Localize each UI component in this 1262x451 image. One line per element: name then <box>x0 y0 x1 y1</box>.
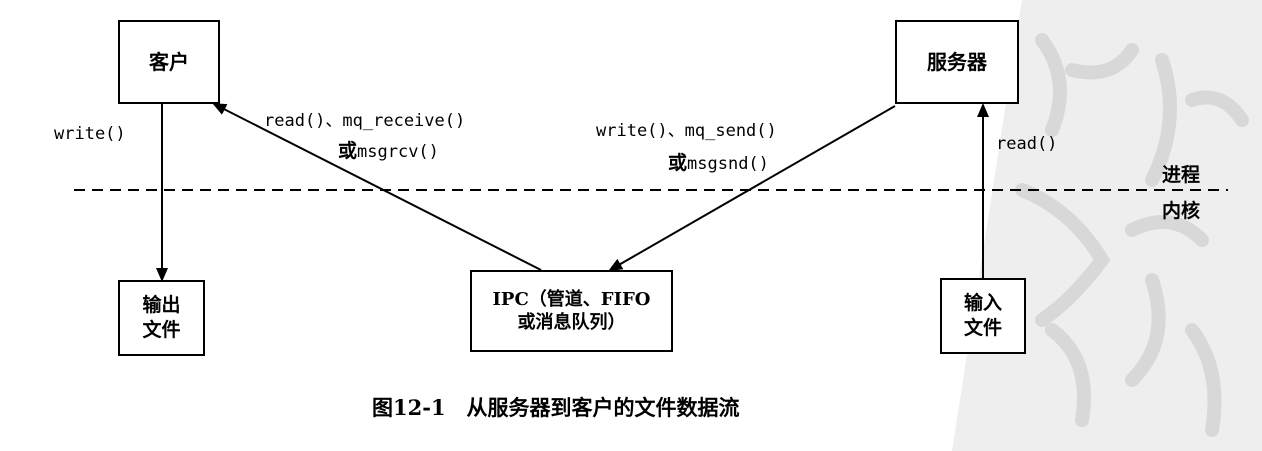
input-file-label-line2: 文件 <box>963 317 1002 339</box>
ipc-label-line1: IPC（管道、FIFO <box>492 288 651 310</box>
server-read-label: read() <box>996 134 1058 154</box>
server-label: 服务器 <box>927 50 987 74</box>
output-file-label-line1: 输出 <box>142 294 181 317</box>
server-write-msgsnd: msgsnd() <box>687 154 769 174</box>
server-write-or: 或 <box>668 152 688 174</box>
diagram-stage: 客户 服务器 输出 文件 IPC（管道、FIFO 或消息队列） 输入 文件 wr… <box>0 0 1262 451</box>
server-box: 服务器 <box>895 20 1019 104</box>
server-write-label-line1: write()、mq_send() <box>596 121 777 141</box>
kernel-label: 内核 <box>1162 200 1201 222</box>
client-read-label-line2: 或msgrcv() <box>338 136 439 163</box>
client-read-or: 或 <box>338 140 358 162</box>
client-box: 客户 <box>118 20 220 104</box>
server-write-label-line2: 或msgsnd() <box>668 148 769 175</box>
client-write-label: write() <box>54 124 126 144</box>
figure-caption: 图12-1 从服务器到客户的文件数据流 <box>372 395 740 420</box>
ipc-label-line2: 或消息队列） <box>517 312 626 333</box>
ipc-box: IPC（管道、FIFO 或消息队列） <box>470 270 673 352</box>
input-file-box: 输入 文件 <box>940 278 1026 354</box>
client-label: 客户 <box>149 50 189 74</box>
client-read-msgrcv: msgrcv() <box>357 142 439 162</box>
output-file-box: 输出 文件 <box>118 280 205 356</box>
output-file-label-line2: 文件 <box>142 319 181 341</box>
process-label: 进程 <box>1162 164 1201 186</box>
input-file-label-line1: 输入 <box>963 292 1002 315</box>
client-read-label-line1: read()、mq_receive() <box>264 111 466 131</box>
